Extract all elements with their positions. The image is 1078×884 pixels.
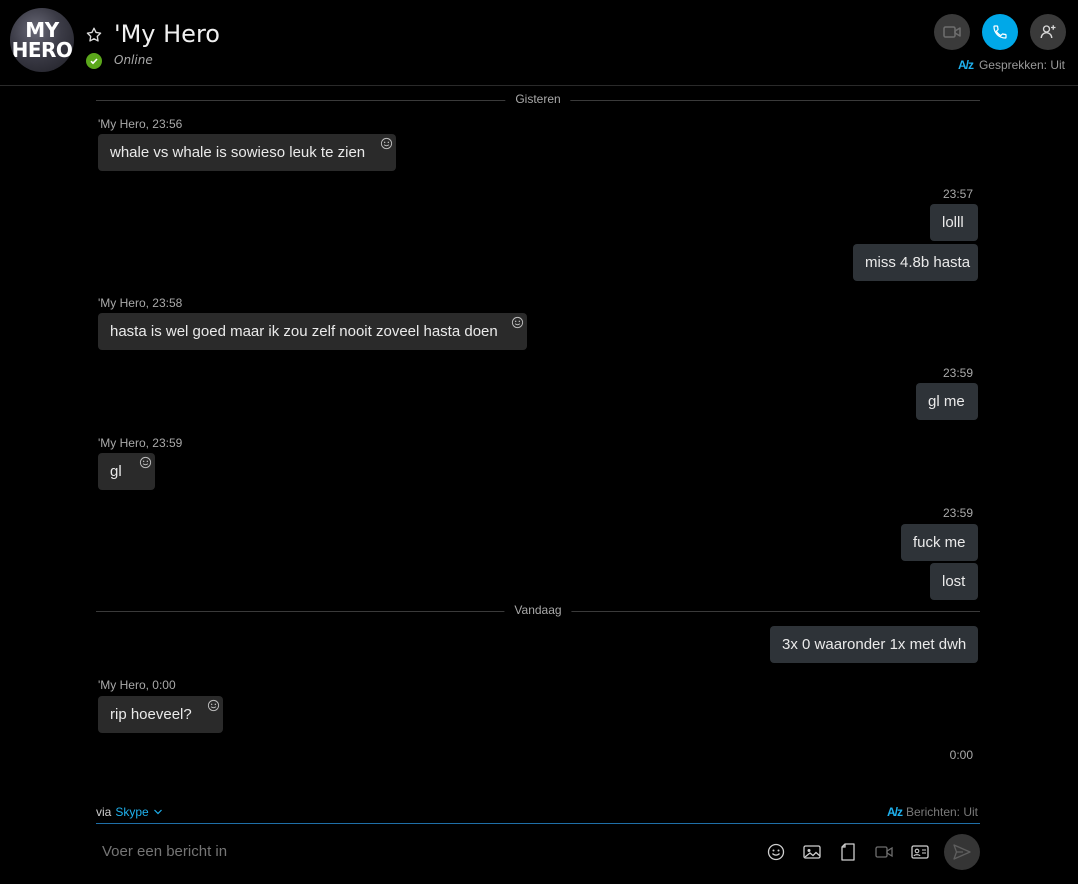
message-input[interactable] (102, 843, 742, 860)
message-text: miss 4.8b hasta (865, 254, 971, 271)
incoming-message[interactable]: whale vs whale is sowieso leuk te zien (98, 134, 396, 171)
message-text: rip hoeveel? (110, 706, 192, 723)
contact-name[interactable]: 'My Hero (114, 20, 220, 48)
day-divider-label: Gisteren (505, 92, 571, 106)
add-person-icon (1040, 25, 1056, 39)
outgoing-message[interactable]: lolll (930, 204, 978, 241)
translator-icon: A/z (886, 805, 903, 819)
send-via-selector[interactable]: via Skype (96, 805, 163, 819)
send-icon (953, 844, 971, 860)
outgoing-message[interactable]: 3x 0 waaronder 1x met dwh (770, 626, 978, 663)
outgoing-message[interactable]: gl me (916, 383, 978, 420)
chevron-down-icon (153, 809, 162, 815)
send-image-button[interactable] (802, 842, 822, 862)
video-message-button[interactable] (874, 842, 894, 862)
image-icon (803, 845, 821, 859)
audio-call-button[interactable] (982, 14, 1018, 50)
add-people-button[interactable] (1030, 14, 1066, 50)
message-meta: 'My Hero, 0:00 (98, 678, 176, 692)
avatar-text-line2: HERO (11, 38, 73, 62)
video-message-icon (875, 846, 893, 858)
video-call-button[interactable] (934, 14, 970, 50)
message-meta: 'My Hero, 23:58 (98, 296, 183, 310)
service-name: Skype (115, 805, 149, 819)
message-text: lost (942, 573, 966, 590)
reaction-smiley-icon[interactable] (139, 456, 152, 469)
message-text: 3x 0 waaronder 1x met dwh (782, 636, 967, 653)
video-camera-icon (943, 26, 961, 38)
message-text: hasta is wel goed maar ik zou zelf nooit… (110, 323, 498, 340)
outgoing-message[interactable]: miss 4.8b hasta (853, 244, 978, 281)
message-text: gl me (928, 393, 965, 410)
star-icon[interactable] (85, 26, 103, 44)
message-time: 0:00 (949, 748, 973, 762)
message-time: 23:59 (942, 366, 973, 380)
message-time: 23:59 (942, 506, 973, 520)
message-text: lolll (942, 214, 964, 231)
send-button[interactable] (944, 834, 980, 870)
incoming-message[interactable]: gl (98, 453, 155, 490)
send-file-button[interactable] (838, 842, 858, 862)
message-translator-toggle[interactable]: A/z Berichten: Uit (887, 805, 978, 819)
message-text: gl (110, 463, 122, 480)
file-icon (841, 843, 855, 861)
day-divider-label: Vandaag (504, 603, 572, 617)
translator-icon: A/z (957, 58, 974, 72)
send-contact-button[interactable] (910, 842, 930, 862)
outgoing-message[interactable]: fuck me (901, 524, 978, 561)
reaction-smiley-icon[interactable] (380, 137, 393, 150)
reaction-smiley-icon[interactable] (207, 699, 220, 712)
status-text: Online (114, 53, 153, 67)
message-time: 23:57 (942, 187, 973, 201)
composer-divider (96, 823, 980, 824)
conversation-translator-label: Gesprekken: Uit (978, 58, 1065, 72)
message-meta: 'My Hero, 23:59 (98, 436, 183, 450)
online-status-icon (86, 53, 102, 69)
reaction-smiley-icon[interactable] (511, 316, 524, 329)
message-meta: 'My Hero, 23:56 (98, 117, 183, 131)
via-label: via (96, 805, 112, 819)
avatar-text-line1: MY (25, 18, 59, 42)
avatar[interactable]: MY HERO (10, 8, 74, 72)
conversation-header: MY HERO 'My Hero Online A/z Gesprekken: … (0, 0, 1078, 86)
message-text: whale vs whale is sowieso leuk te zien (110, 144, 366, 161)
incoming-message[interactable]: rip hoeveel? (98, 696, 223, 733)
outgoing-message[interactable]: lost (930, 563, 978, 600)
conversation-translator-toggle[interactable]: A/z Gesprekken: Uit (958, 58, 1065, 72)
contact-card-icon (911, 845, 929, 859)
incoming-message[interactable]: hasta is wel goed maar ik zou zelf nooit… (98, 313, 527, 350)
emoticon-button[interactable] (766, 842, 786, 862)
message-text: fuck me (913, 534, 966, 551)
smiley-icon (767, 843, 785, 861)
message-translator-label: Berichten: Uit (905, 805, 978, 819)
phone-icon (993, 25, 1007, 39)
